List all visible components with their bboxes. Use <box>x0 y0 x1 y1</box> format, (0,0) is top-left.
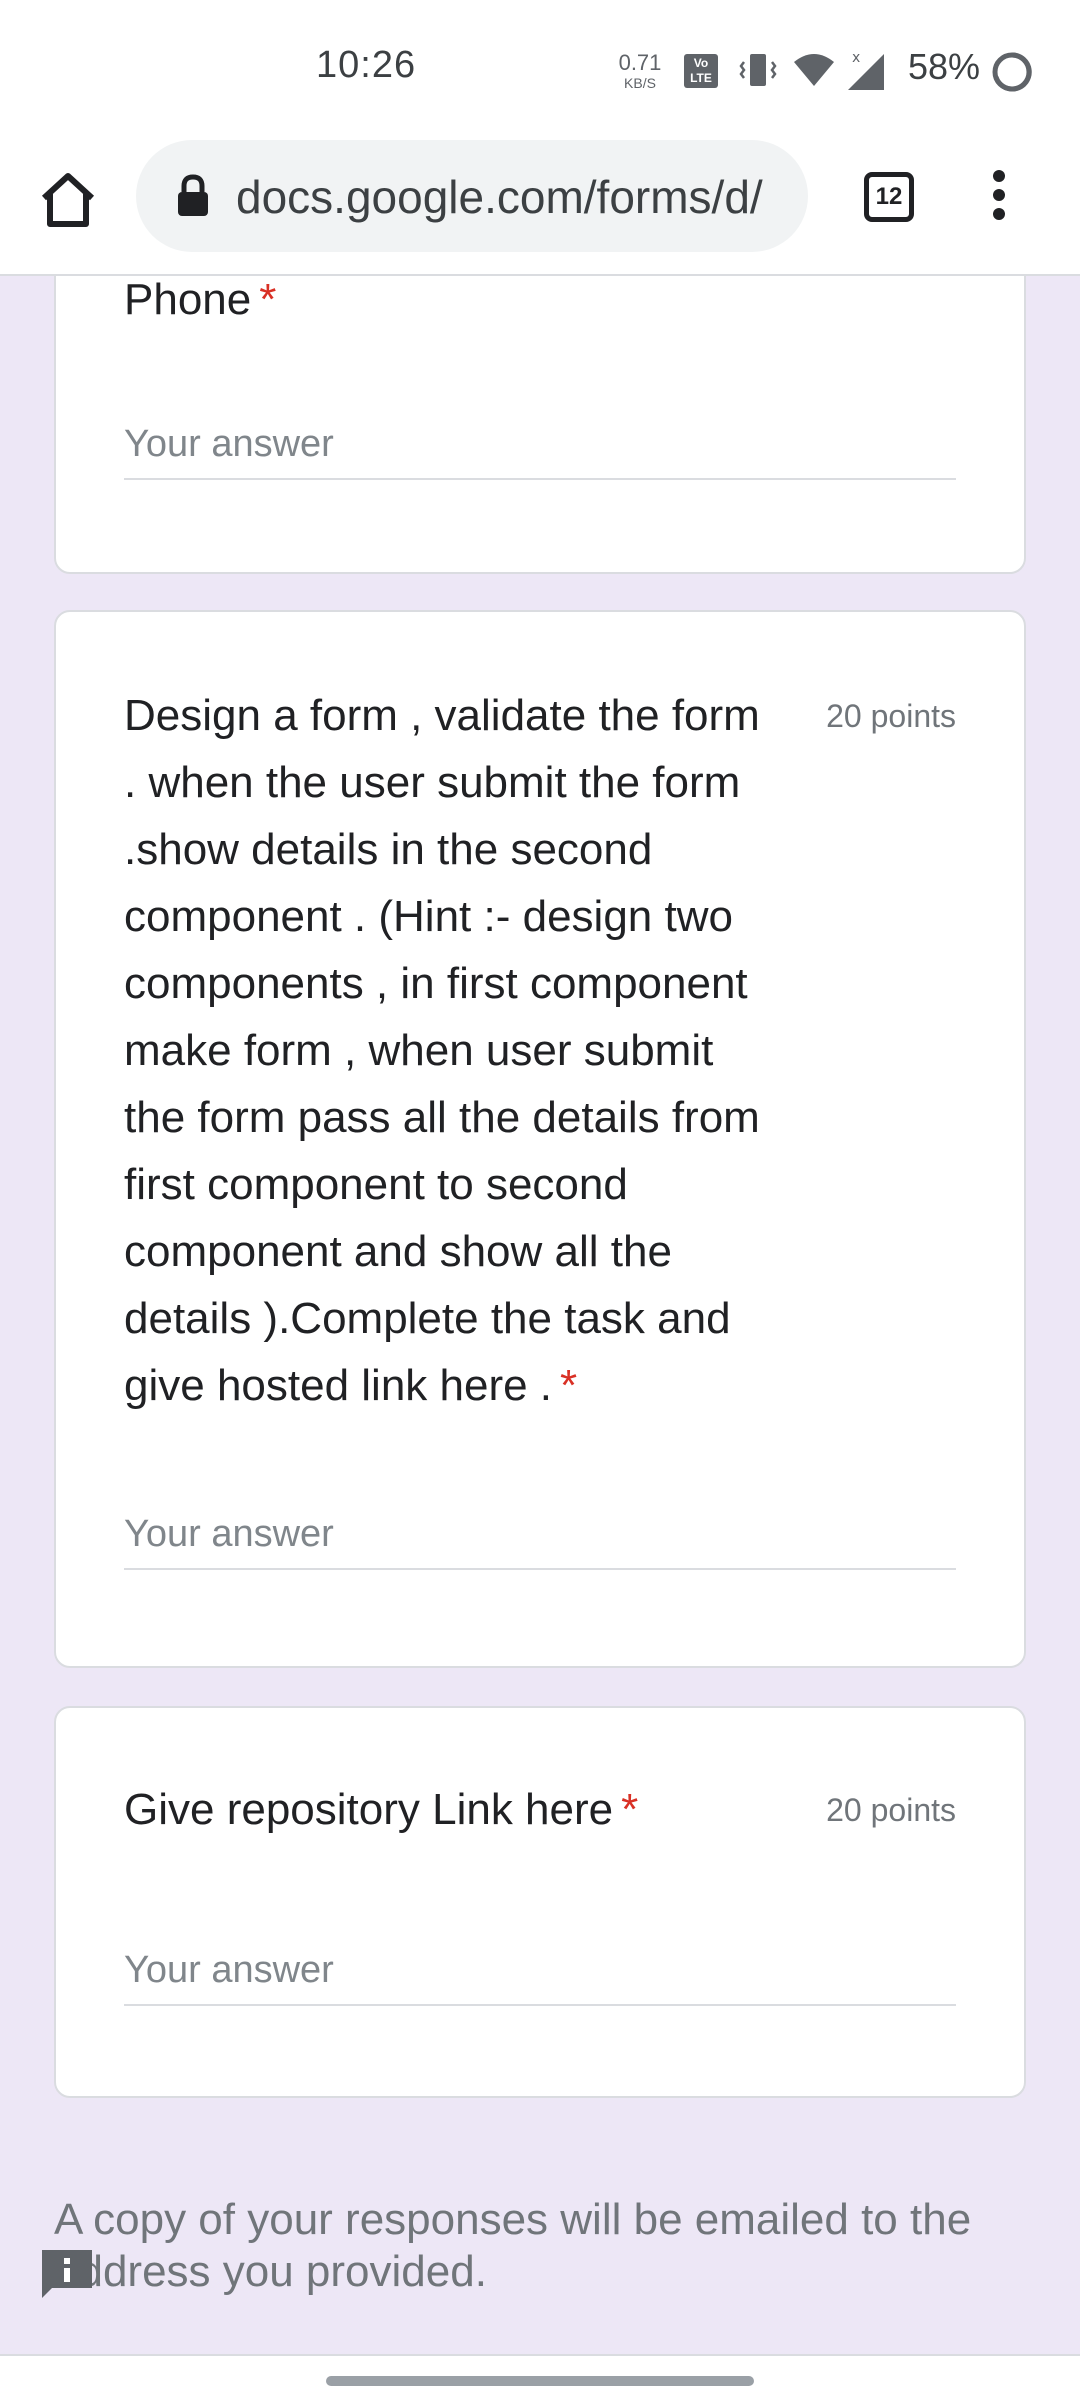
browser-toolbar: docs.google.com/forms/d/ 12 <box>0 140 1080 276</box>
question-title-line: first component to second <box>124 1160 628 1209</box>
question-title-line: the form pass all the details from <box>124 1093 760 1142</box>
question-title-text: Give repository Link here <box>124 1785 614 1834</box>
form-content: Phone* Design a form , validate the form… <box>0 276 1080 2354</box>
gesture-handle[interactable] <box>326 2376 754 2386</box>
status-bar: 10:26 0.71 KB/S Vo LTE x 58% <box>0 0 1080 140</box>
address-bar[interactable]: docs.google.com/forms/d/ <box>136 140 808 252</box>
question-card-hosted-link: Design a form , validate the form . when… <box>54 610 1026 1668</box>
lock-icon <box>178 174 208 216</box>
home-icon[interactable] <box>36 168 100 232</box>
question-title-line: details ).Complete the task and <box>124 1294 731 1343</box>
question-title: Phone * <box>124 276 276 333</box>
question-card-repository-link: Give repository Link here * 20 points <box>54 1706 1026 2098</box>
network-speed-unit: KB/S <box>624 75 656 91</box>
question-title-line: Design a form , validate the form <box>124 691 760 740</box>
phone-answer-input[interactable] <box>124 410 956 480</box>
question-title-text: Phone <box>124 276 252 324</box>
question-title-line: .show details in the second <box>124 825 653 874</box>
wifi-icon <box>794 54 834 86</box>
battery-icon <box>992 52 1032 92</box>
required-mark: * <box>621 1785 639 1834</box>
network-speed: 0.71 KB/S <box>614 50 666 91</box>
email-copy-note: A copy of your responses will be emailed… <box>54 2195 972 2296</box>
question-card-phone: Phone * <box>54 276 1026 574</box>
network-speed-value: 0.71 <box>618 50 662 75</box>
hosted-link-answer-input[interactable] <box>124 1500 956 1570</box>
question-title-line: component . (Hint :- design two <box>124 892 733 941</box>
svg-text:x: x <box>852 50 860 66</box>
signal-icon: x <box>848 50 884 90</box>
question-title: Design a form , validate the form . when… <box>124 682 824 1419</box>
question-title-line-text: give hosted link here . <box>124 1361 553 1410</box>
repository-link-answer-input[interactable] <box>124 1936 956 2006</box>
question-points: 20 points <box>826 1792 956 1828</box>
question-points: 20 points <box>826 698 956 734</box>
question-title: Give repository Link here * <box>124 1776 638 1843</box>
question-title-line: components , in first component <box>124 959 748 1008</box>
required-mark: * <box>560 1361 578 1410</box>
question-title-line: . when the user submit the form <box>124 758 741 807</box>
more-vert-icon[interactable] <box>984 170 1014 226</box>
url-text: docs.google.com/forms/d/ <box>236 171 763 223</box>
question-title-line: component and show all the <box>124 1227 672 1276</box>
required-mark: * <box>259 276 277 324</box>
status-time: 10:26 <box>316 44 417 86</box>
question-title-line: make form , when user submit <box>124 1026 714 1075</box>
navigation-bar <box>0 2354 1080 2400</box>
vibrate-icon <box>739 54 777 86</box>
question-title-line: give hosted link here . * <box>124 1352 824 1419</box>
battery-percent: 58% <box>908 46 981 87</box>
tab-switcher-button[interactable]: 12 <box>864 172 914 222</box>
feedback-icon[interactable] <box>38 2246 96 2302</box>
volte-icon: Vo LTE <box>684 54 718 88</box>
